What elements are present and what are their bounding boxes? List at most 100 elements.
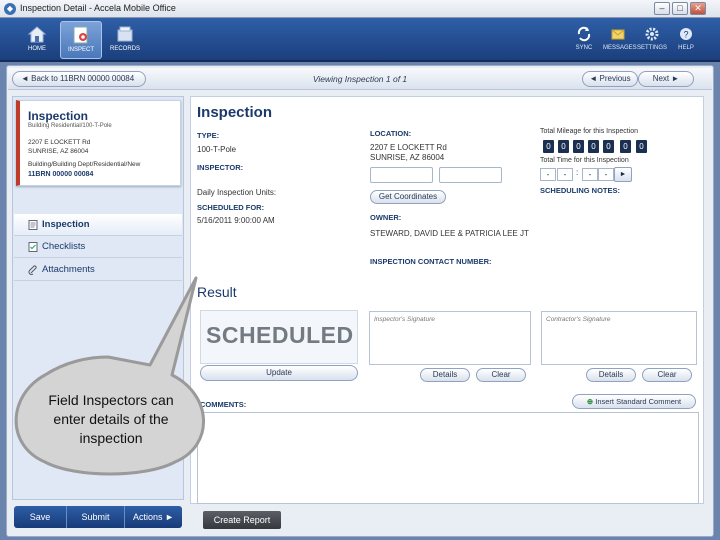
owner-value: STEWARD, DAVID LEE & PATRICIA LEE JT [370, 229, 529, 238]
nav-home-label: HOME [28, 46, 46, 52]
actions-label: Actions [133, 512, 163, 522]
save-button[interactable]: Save [14, 506, 66, 528]
insert-comment-label: Insert Standard Comment [595, 397, 682, 406]
get-coordinates-button[interactable]: Get Coordinates [370, 190, 446, 204]
svg-text:?: ? [683, 30, 688, 40]
gear-icon [645, 27, 659, 41]
plus-icon: ⊕ [586, 397, 594, 406]
contractor-clear-button[interactable]: Clear [642, 368, 692, 382]
maximize-button[interactable]: □ [672, 2, 688, 15]
nav-records-label: RECORDS [109, 46, 140, 52]
inspector-details-button[interactable]: Details [420, 368, 470, 382]
previous-label: Previous [599, 74, 631, 83]
time-hours-tens[interactable]: - [540, 168, 556, 181]
mileage-digit[interactable]: 0 [558, 140, 569, 153]
nav-settings-button[interactable]: SETTINGS [637, 24, 667, 58]
sidebar-item-inspection[interactable]: Inspection [14, 214, 182, 236]
nav-messages-button[interactable]: MESSAGES [603, 24, 637, 58]
next-button[interactable]: Next ► [638, 71, 694, 87]
scheduled-for-value: 5/16/2011 9:00:00 AM [197, 216, 275, 225]
daily-units-label: Daily Inspection Units: [197, 188, 277, 197]
nav-help-button[interactable]: ? HELP [671, 24, 701, 58]
chevron-right-icon: ► [165, 512, 174, 522]
mileage-digit[interactable]: 0 [636, 140, 647, 153]
location-line1: 2207 E LOCKETT Rd [370, 143, 447, 152]
location-label: LOCATION: [370, 129, 412, 138]
callout-text: Field Inspectors can enter details of th… [48, 392, 174, 446]
sidebar-item-attachments[interactable]: Attachments [14, 259, 182, 281]
messages-icon [611, 29, 625, 40]
inspector-clear-button[interactable]: Clear [476, 368, 526, 382]
comments-label: COMMENTS: [200, 400, 247, 409]
document-icon [28, 220, 38, 230]
nav-help-label: HELP [678, 45, 694, 51]
next-label: Next [652, 74, 670, 83]
title-bar: ◆ Inspection Detail - Accela Mobile Offi… [0, 0, 720, 18]
sidebar-item-checklists[interactable]: Checklists [14, 236, 182, 258]
scheduled-for-label: SCHEDULED FOR: [197, 203, 265, 212]
nav-sync-button[interactable]: SYNC [569, 24, 599, 58]
mileage-digit[interactable]: 0 [603, 140, 614, 153]
comments-textarea[interactable] [197, 412, 699, 504]
submit-button[interactable]: Submit [66, 506, 124, 528]
actions-button[interactable]: Actions ► [124, 506, 182, 528]
time-minutes-tens[interactable]: - [582, 168, 598, 181]
type-value: 100-T-Pole [197, 145, 237, 154]
time-hours-ones[interactable]: - [557, 168, 573, 181]
location-line2: SUNRISE, AZ 86004 [370, 153, 445, 162]
close-button[interactable]: ✕ [690, 2, 706, 15]
card-department: Building/Building Dept/Residential/New [28, 161, 141, 168]
nav-inspect-label: INSPECT [67, 47, 94, 53]
card-address-line2: SUNRISE, AZ 86004 [28, 148, 89, 155]
mileage-digit[interactable]: 0 [543, 140, 554, 153]
sync-icon [577, 26, 591, 42]
home-icon [27, 26, 47, 43]
card-title: Inspection [28, 109, 89, 123]
previous-button[interactable]: ◄ Previous [582, 71, 638, 87]
checklist-icon [28, 242, 38, 252]
time-minutes-ones[interactable]: - [598, 168, 614, 181]
nav-inspect-button[interactable]: INSPECT [60, 21, 102, 59]
owner-label: OWNER: [370, 213, 402, 222]
nav-records-button[interactable]: RECORDS [104, 21, 146, 59]
play-icon[interactable]: ► [614, 167, 632, 182]
minimize-button[interactable]: – [654, 2, 670, 15]
contractor-signature-pad[interactable]: Contractor's Signature [541, 311, 697, 365]
mileage-digit[interactable]: 0 [573, 140, 584, 153]
sidebar-item-label: Inspection [42, 219, 90, 230]
time-separator: : [576, 168, 579, 177]
nav-messages-label: MESSAGES [603, 45, 637, 51]
contact-number-label: INSPECTION CONTACT NUMBER: [370, 257, 492, 266]
inspector-signature-pad[interactable]: Inspector's Signature [369, 311, 531, 365]
contractor-details-button[interactable]: Details [586, 368, 636, 382]
insert-standard-comment-button[interactable]: ⊕ Insert Standard Comment [572, 394, 696, 409]
paperclip-icon [28, 265, 37, 275]
update-button[interactable]: Update [200, 365, 358, 381]
result-heading: Result [197, 284, 237, 300]
card-record-id: 11BRN 00000 00084 [28, 171, 94, 178]
sidebar-item-label: Checklists [42, 241, 86, 252]
status-badge: SCHEDULED [206, 322, 354, 348]
back-to-record-label: Back to 11BRN 00000 00084 [31, 74, 135, 83]
card-subtitle: Building Residential/100-T-Pole [28, 123, 112, 129]
nav-bar: HOME INSPECT RECORDS SYNC MESSAGES SETTI… [0, 18, 720, 62]
back-to-record-button[interactable]: ◄ Back to 11BRN 00000 00084 [12, 71, 146, 87]
mileage-digit[interactable]: 0 [620, 140, 631, 153]
viewing-indicator: Viewing Inspection 1 of 1 [312, 74, 408, 84]
latitude-field[interactable] [370, 167, 433, 183]
nav-sync-label: SYNC [575, 45, 593, 51]
longitude-field[interactable] [439, 167, 502, 183]
inspection-summary-card: Inspection Building Residential/100-T-Po… [16, 100, 181, 186]
page-title: Inspection [197, 104, 273, 121]
nav-home-button[interactable]: HOME [16, 21, 58, 59]
mileage-digit[interactable]: 0 [588, 140, 599, 153]
contractor-signature-label: Contractor's Signature [546, 316, 611, 323]
mileage-label: Total Mileage for this Inspection [540, 128, 639, 135]
inspector-signature-label: Inspector's Signature [374, 316, 435, 323]
help-icon: ? [680, 28, 692, 40]
sidebar-item-label: Attachments [42, 264, 95, 275]
card-address-line1: 2207 E LOCKETT Rd [28, 139, 91, 146]
window-title: Inspection Detail - Accela Mobile Office [20, 3, 176, 13]
create-report-button[interactable]: Create Report [203, 511, 281, 529]
inspector-label: INSPECTOR: [197, 163, 244, 172]
